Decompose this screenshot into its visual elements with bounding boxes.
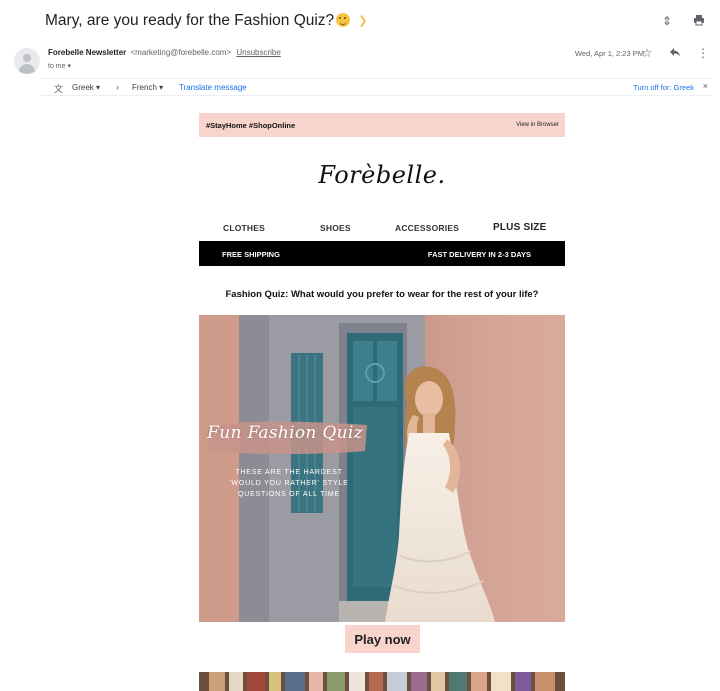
nav-clothes[interactable]: CLOTHES — [223, 223, 265, 233]
sender-row: Forebelle Newsletter <marketing@forebell… — [0, 44, 720, 76]
message-actions: ☆ ⋮ — [640, 46, 710, 60]
play-now-button[interactable]: Play now — [345, 625, 420, 653]
expand-collapse-icon[interactable]: ⇕ — [660, 14, 674, 28]
hero-subtitle: THESE ARE THE HARDEST 'WOULD YOU RATHER'… — [229, 469, 349, 498]
source-language-select[interactable]: Greek ▾ — [72, 83, 100, 92]
reply-icon[interactable] — [668, 46, 682, 60]
recipient-label: to me — [48, 63, 66, 70]
star-icon[interactable]: ☆ — [640, 46, 654, 60]
promo-bar: #StayHome #ShopOnline View in Browser — [199, 113, 565, 137]
email-subject: Mary, are you ready for the Fashion Quiz… — [45, 12, 367, 30]
fast-delivery-text: FAST DELIVERY IN 2-3 DAYS — [427, 250, 531, 259]
view-in-browser-link[interactable]: View in Browser — [516, 122, 559, 128]
next-section-image[interactable] — [199, 672, 565, 691]
chevron-down-icon: ▾ — [67, 63, 71, 70]
nav-plus-size[interactable]: PLUS SIZE — [493, 222, 546, 233]
translate-icon: 文 — [54, 84, 64, 94]
clothing-rack-image — [199, 672, 565, 691]
hero-title: Fun Fashion Quiz — [207, 423, 363, 443]
target-language-select[interactable]: French ▾ — [132, 83, 163, 92]
quiz-question: Fashion Quiz: What would you prefer to w… — [225, 289, 539, 300]
sender-email: <marketing@forebelle.com> — [130, 48, 232, 57]
email-nav: CLOTHES SHOES ACCESSORIES PLUS SIZE — [199, 222, 565, 237]
close-icon[interactable]: × — [703, 81, 708, 91]
unsubscribe-link[interactable]: Unsubscribe — [236, 48, 280, 57]
email-body: #StayHome #ShopOnline View in Browser Fo… — [199, 113, 565, 691]
subject-actions: ⇕ — [660, 14, 706, 28]
brand-logo[interactable]: Forèbelle. — [199, 161, 565, 189]
email-date: Wed, Apr 1, 2:23 PM — [574, 49, 644, 58]
importance-marker-icon[interactable]: ❯ — [358, 14, 367, 27]
avatar[interactable] — [14, 48, 40, 74]
recipient-toggle[interactable]: to me ▾ — [48, 62, 71, 70]
winking-face-icon — [336, 13, 351, 27]
email-subject-row: Mary, are you ready for the Fashion Quiz… — [0, 0, 720, 44]
more-options-icon[interactable]: ⋮ — [696, 46, 710, 60]
translate-message-link[interactable]: Translate message — [179, 83, 247, 92]
arrow-right-icon: › — [116, 82, 119, 92]
promo-hashtags: #StayHome #ShopOnline — [206, 121, 296, 130]
sender-info: Forebelle Newsletter <marketing@forebell… — [48, 48, 281, 57]
target-language-label: French — [132, 83, 157, 92]
subject-text: Mary, are you ready for the Fashion Quiz… — [45, 12, 335, 29]
translate-bar: 文 Greek ▾ › French ▾ Translate message T… — [40, 78, 712, 96]
nav-accessories[interactable]: ACCESSORIES — [395, 223, 459, 233]
chevron-down-icon: ▾ — [159, 83, 164, 92]
shipping-bar: FREE SHIPPING FAST DELIVERY IN 2-3 DAYS — [199, 241, 565, 266]
nav-shoes[interactable]: SHOES — [320, 223, 351, 233]
free-shipping-text: FREE SHIPPING — [222, 250, 280, 259]
source-language-label: Greek — [72, 83, 94, 92]
sender-name[interactable]: Forebelle Newsletter — [48, 48, 126, 57]
chevron-down-icon: ▾ — [96, 83, 101, 92]
print-icon[interactable] — [692, 14, 706, 28]
hero-banner[interactable]: Fun Fashion Quiz THESE ARE THE HARDEST '… — [199, 315, 565, 622]
turn-off-translation-link[interactable]: Turn off for: Greek — [633, 83, 694, 92]
